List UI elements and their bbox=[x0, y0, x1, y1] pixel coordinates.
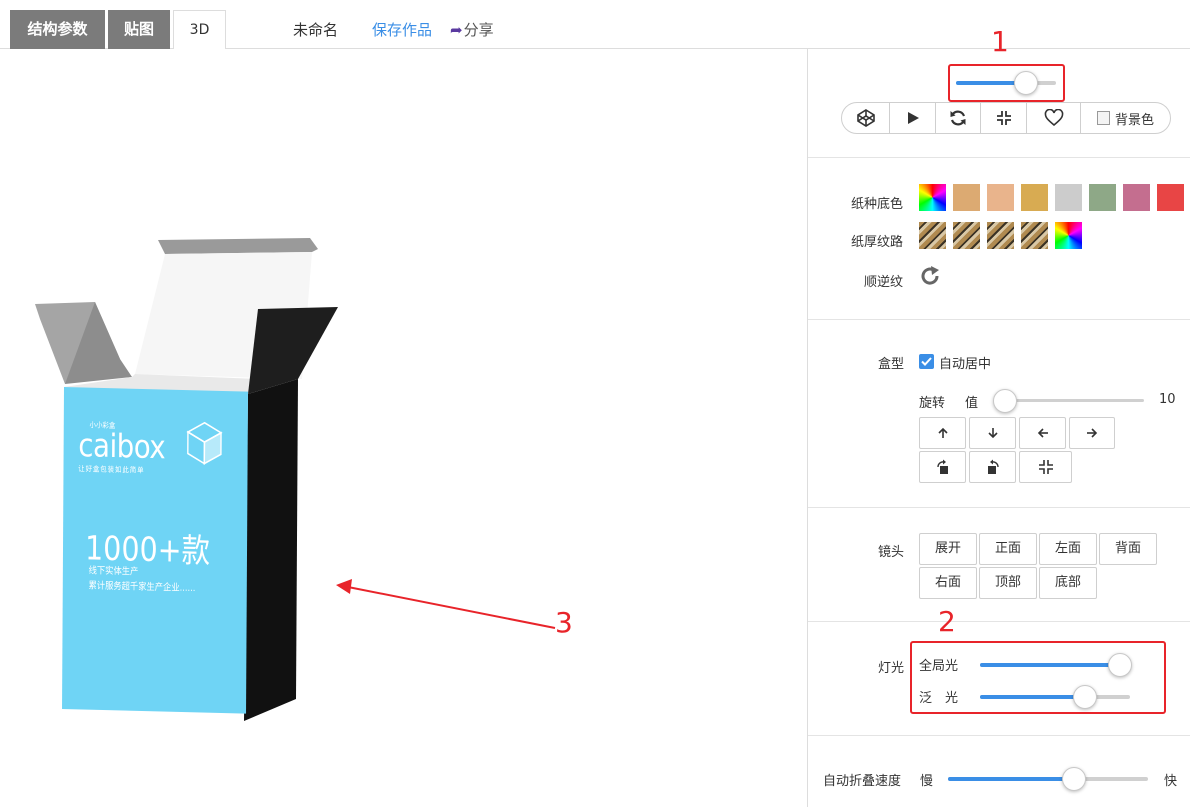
paper-texture-swatch-4[interactable] bbox=[1055, 222, 1082, 249]
annotation-number-3: 3 bbox=[555, 606, 573, 639]
fold-speed-slider[interactable] bbox=[948, 777, 1148, 781]
paper-texture-label: 纸厚纹路 bbox=[851, 235, 904, 250]
shrink-icon bbox=[996, 111, 1011, 125]
annotation-arrow-3 bbox=[336, 579, 556, 629]
fold-speed-slow-label: 慢 bbox=[920, 774, 934, 789]
divider bbox=[808, 621, 1190, 622]
auto-center-label: 自动居中 bbox=[939, 357, 992, 372]
paper-texture-swatch-3[interactable] bbox=[1021, 222, 1048, 249]
flood-light-slider-knob[interactable] bbox=[1073, 685, 1097, 709]
camera-label: 镜头 bbox=[878, 545, 905, 560]
tab-texture-map[interactable]: 贴图 bbox=[108, 10, 170, 49]
paper-texture-swatch-1[interactable] bbox=[953, 222, 980, 249]
play-button[interactable] bbox=[890, 103, 936, 133]
rotate-value: 10 bbox=[1159, 392, 1176, 407]
annotation-number-1: 1 bbox=[991, 25, 1009, 58]
paper-grain-label: 顺逆纹 bbox=[864, 275, 904, 290]
top-tab-bar: 结构参数 贴图 3D 未命名 保存作品 ➦分享 bbox=[0, 0, 1190, 50]
refresh-icon bbox=[950, 110, 966, 126]
rotate-slider[interactable] bbox=[994, 399, 1144, 402]
camera-left-button[interactable]: 左面 bbox=[1039, 533, 1097, 565]
camera-front-button[interactable]: 正面 bbox=[979, 533, 1037, 565]
check-icon bbox=[921, 357, 932, 366]
arrow-down-icon bbox=[987, 428, 998, 439]
background-color-button[interactable]: 背景色 bbox=[1081, 103, 1170, 133]
heart-icon bbox=[1044, 109, 1063, 127]
view-toolbar: 背景色 bbox=[841, 102, 1171, 134]
rotate-cw-icon bbox=[936, 459, 948, 474]
save-work-link[interactable]: 保存作品 bbox=[372, 19, 432, 40]
fold-speed-fast-label: 快 bbox=[1164, 774, 1178, 789]
global-light-slider-knob[interactable] bbox=[1107, 653, 1132, 677]
shrink-button[interactable] bbox=[981, 103, 1027, 133]
arrow-right-icon bbox=[1087, 428, 1098, 438]
tab-structure-params[interactable]: 结构参数 bbox=[10, 10, 105, 49]
paper-color-swatch-1[interactable] bbox=[953, 184, 980, 211]
background-color-label: 背景色 bbox=[1114, 112, 1154, 128]
camera-bottom-button[interactable]: 底部 bbox=[1039, 567, 1097, 599]
flood-light-label: 泛 光 bbox=[919, 691, 959, 706]
fold-speed-slider-knob[interactable] bbox=[1062, 767, 1086, 791]
zoom-slider[interactable] bbox=[956, 81, 1056, 85]
camera-unfold-button[interactable]: 展开 bbox=[919, 533, 977, 565]
arrow-up-icon bbox=[937, 427, 948, 438]
tab-3d[interactable]: 3D bbox=[173, 10, 226, 50]
favorite-button[interactable] bbox=[1027, 103, 1081, 133]
annotation-number-2: 2 bbox=[938, 605, 956, 638]
rotate-up-button[interactable] bbox=[919, 417, 966, 449]
refresh-button[interactable] bbox=[936, 103, 981, 133]
divider bbox=[808, 157, 1190, 158]
rotate-down-button[interactable] bbox=[969, 417, 1016, 449]
rotate-left-button[interactable] bbox=[1019, 417, 1066, 449]
camera-right-button[interactable]: 右面 bbox=[919, 567, 977, 599]
rotate-right-button[interactable] bbox=[1069, 417, 1115, 449]
work-name-label[interactable]: 未命名 bbox=[293, 19, 338, 40]
rotate-value-label: 值 bbox=[965, 396, 979, 411]
rotate-label: 旋转 bbox=[919, 396, 946, 411]
play-icon bbox=[907, 112, 919, 124]
divider bbox=[808, 507, 1190, 508]
reset-view-button[interactable] bbox=[1019, 451, 1072, 483]
rotate-slider-knob[interactable] bbox=[992, 389, 1017, 413]
3d-viewport[interactable]: 小小彩盒 caibox 让好盒包装如此简单 1000+款 线下实体生产 累计服务… bbox=[0, 49, 807, 807]
lighting-label: 灯光 bbox=[878, 661, 905, 676]
paper-color-swatch-0[interactable] bbox=[919, 184, 946, 211]
rotate-cw-button[interactable] bbox=[919, 451, 966, 483]
zoom-slider-knob[interactable] bbox=[1014, 71, 1038, 95]
paper-color-label: 纸种底色 bbox=[851, 197, 904, 212]
background-color-swatch bbox=[1096, 111, 1110, 125]
codepen-button[interactable] bbox=[842, 103, 890, 133]
rotate-ccw-button[interactable] bbox=[969, 451, 1016, 483]
auto-center-checkbox[interactable] bbox=[919, 354, 934, 369]
paper-color-swatch-2[interactable] bbox=[987, 184, 1014, 211]
paper-texture-swatch-2[interactable] bbox=[987, 222, 1014, 249]
share-link[interactable]: ➦分享 bbox=[450, 19, 494, 40]
rotate-ccw-icon bbox=[987, 459, 999, 474]
box-type-label: 盒型 bbox=[878, 357, 905, 372]
camera-back-button[interactable]: 背面 bbox=[1099, 533, 1157, 565]
settings-panel: 1 背景色 纸种底色 纸厚纹路 顺逆纹 盒型 自动居中 旋转 值 10 镜头 展… bbox=[807, 25, 1190, 807]
paper-color-swatch-5[interactable] bbox=[1089, 184, 1116, 211]
paper-color-swatch-4[interactable] bbox=[1055, 184, 1082, 211]
flood-light-slider[interactable] bbox=[980, 695, 1130, 699]
divider bbox=[808, 319, 1190, 320]
paper-color-swatch-6[interactable] bbox=[1123, 184, 1150, 211]
share-icon: ➦ bbox=[450, 21, 463, 39]
global-light-label: 全局光 bbox=[919, 659, 959, 674]
codepen-icon bbox=[856, 109, 875, 127]
share-label: 分享 bbox=[463, 21, 494, 39]
fold-speed-label: 自动折叠速度 bbox=[823, 774, 902, 789]
app-window: 结构参数 贴图 3D 未命名 保存作品 ➦分享 小小彩盒 caibox 让好盒包… bbox=[0, 0, 1190, 807]
camera-top-button[interactable]: 顶部 bbox=[979, 567, 1037, 599]
divider bbox=[808, 735, 1190, 736]
paper-color-swatch-7[interactable] bbox=[1157, 184, 1184, 211]
arrow-left-icon bbox=[1037, 428, 1048, 438]
shrink-icon bbox=[1038, 460, 1053, 474]
paper-texture-swatch-0[interactable] bbox=[919, 222, 946, 249]
paper-color-swatch-3[interactable] bbox=[1021, 184, 1048, 211]
grain-rotate-icon[interactable] bbox=[919, 265, 941, 287]
